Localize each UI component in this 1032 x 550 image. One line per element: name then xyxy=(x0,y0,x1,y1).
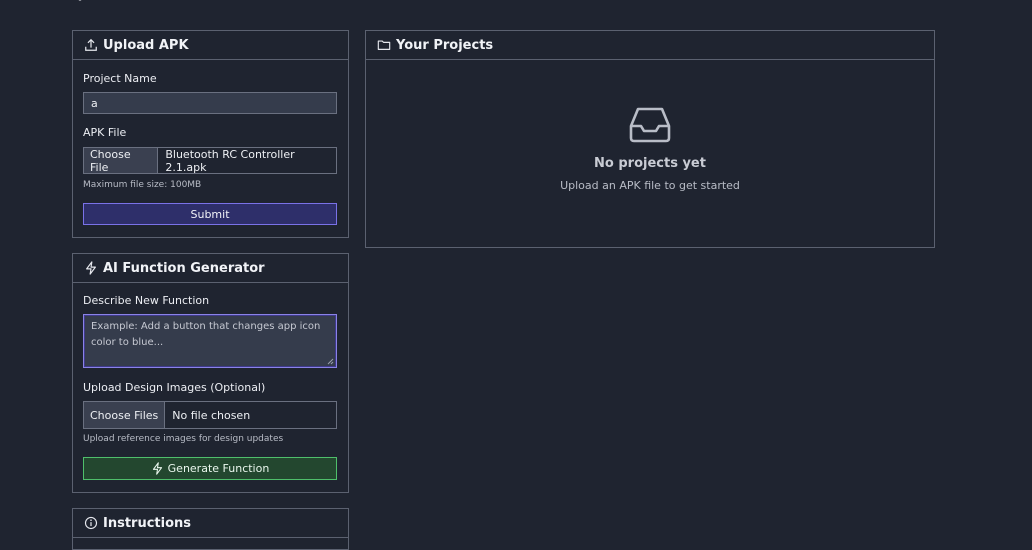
inbox-icon xyxy=(629,107,671,143)
ai-function-title: AI Function Generator xyxy=(103,260,265,276)
folder-icon xyxy=(377,40,391,50)
max-file-size-hint: Maximum file size: 100MB xyxy=(83,180,202,190)
instructions-title: Instructions xyxy=(103,515,192,531)
apk-file-input[interactable]: Choose File Bluetooth RC Controller 2.1.… xyxy=(83,147,337,174)
submit-button[interactable]: Submit xyxy=(83,203,337,225)
instructions-panel: Instructions xyxy=(72,508,349,550)
resize-grip-icon[interactable] xyxy=(327,358,334,365)
project-name-label: Project Name xyxy=(83,72,157,85)
generate-function-button[interactable]: Generate Function xyxy=(83,457,337,480)
project-name-value: a xyxy=(91,96,98,110)
upload-apk-title: Upload APK xyxy=(103,37,189,53)
zap-icon xyxy=(152,462,162,475)
projects-title: Your Projects xyxy=(396,37,494,53)
design-images-hint: Upload reference images for design updat… xyxy=(83,434,284,444)
generate-function-label: Generate Function xyxy=(167,462,270,475)
describe-function-label: Describe New Function xyxy=(83,294,210,307)
project-name-input[interactable]: a xyxy=(83,92,337,114)
instructions-header: Instructions xyxy=(73,509,348,538)
design-images-label: Upload Design Images (Optional) xyxy=(83,381,266,394)
zap-icon xyxy=(86,261,96,275)
describe-function-textarea[interactable]: Example: Add a button that changes app i… xyxy=(83,314,337,368)
choose-file-button[interactable]: Choose File xyxy=(84,148,159,174)
projects-header: Your Projects xyxy=(366,31,934,60)
design-images-input[interactable]: Choose Files No file chosen xyxy=(83,401,337,429)
upload-icon xyxy=(85,38,97,51)
no-projects-title: No projects yet xyxy=(594,156,706,171)
no-projects-subtitle: Upload an APK file to get started xyxy=(560,179,740,192)
logo-icon xyxy=(78,0,82,1)
design-images-value: No file chosen xyxy=(172,408,251,422)
upload-apk-header: Upload APK xyxy=(73,31,348,60)
choose-files-button[interactable]: Choose Files xyxy=(84,402,166,428)
ai-function-header: AI Function Generator xyxy=(73,254,348,283)
apk-file-name: Bluetooth RC Controller 2.1.apk xyxy=(165,147,295,174)
submit-label: Submit xyxy=(190,207,230,221)
describe-function-placeholder: Example: Add a button that changes app i… xyxy=(91,321,321,348)
apk-file-label: APK File xyxy=(83,126,127,139)
